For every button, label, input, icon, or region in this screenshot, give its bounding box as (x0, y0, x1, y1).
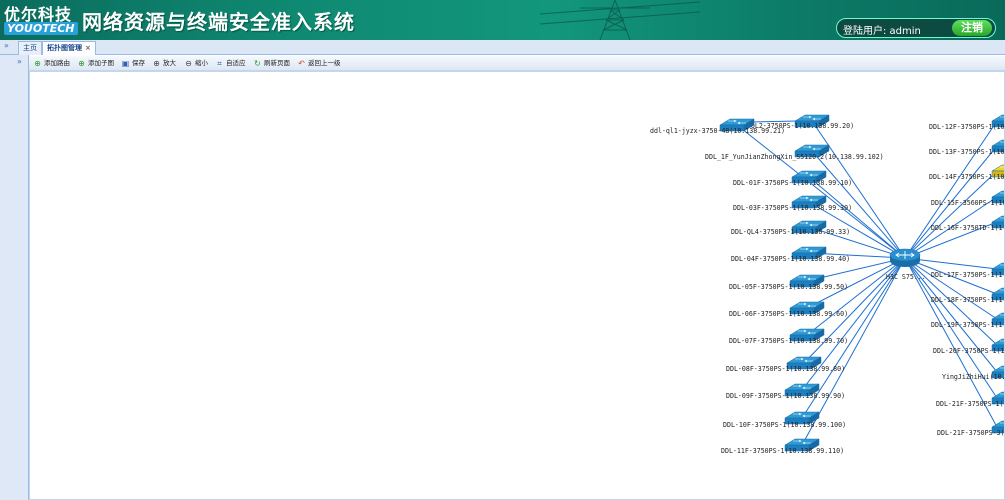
node-label: DDL-11F-3750PS-1(10.138.99.110) (721, 447, 844, 455)
node-label: DDL-06F-3750PS-1(10.138.99.60) (729, 310, 848, 318)
node-label: DDL-17F-3750PS-1(1 (931, 271, 1002, 279)
topology-graph[interactable]: DDL-QL2-3750PS-1(10.138.99.20)ddl-ql1-jy… (30, 72, 1005, 500)
node-label: DDL-QL4-3750PS-1(10.138.99.33) (731, 228, 850, 236)
topology-toolbar: ⊕ 添加路由 ⊕ 添加子图 ▣ 保存 ⊕ 放大 ⊖ 缩小 ⌗ 自适应 ↻ 刷新页面 ↶ 返回上一… (29, 56, 1005, 71)
tab-topology-management[interactable]: 拓扑图管理 × (42, 41, 96, 55)
close-tab-icon[interactable]: × (85, 44, 91, 52)
node-label: DDL-20F-3750PS-1(1 (933, 347, 1004, 355)
fit-view-button[interactable]: ⌗ 自适应 (215, 58, 246, 69)
plus-circle-icon: ⊕ (34, 59, 41, 68)
expand-sidebar-icon[interactable]: » (4, 41, 9, 50)
node-label: DDL-18F-3750PS-1(1 (931, 296, 1002, 304)
refresh-label: 刷新页面 (264, 59, 290, 67)
fit-frame-icon: ⌗ (217, 59, 222, 68)
refresh-icon: ↻ (254, 59, 261, 68)
company-logo: 优尔科技 YOUOTECH (2, 1, 78, 37)
node-label: DDL-10F-3750PS-1(10.138.99.100) (723, 421, 846, 429)
node-label: DDL_1F_YunJianZhongXin_S5120-2(10.138.99… (705, 153, 884, 161)
logged-in-user-label: 登陆用户: admin (843, 26, 921, 37)
collapsed-sidebar: » (0, 55, 29, 500)
node-label: ddl-ql1-jyzx-3750-48(10.138.99.21) (650, 127, 785, 135)
core-router-icon[interactable] (889, 248, 921, 267)
node-label: DDL-21F-3750PS-1( (936, 400, 1004, 408)
node-label: DDL-15F-3560PS-1(10 (931, 199, 1005, 207)
save-disk-icon: ▣ (121, 59, 130, 68)
tab-bar: » 主页 拓扑图管理 × (0, 40, 1005, 55)
add-subgraph-label: 添加子图 (88, 59, 114, 67)
zoom-in-icon: ⊕ (153, 59, 160, 68)
node-label: DDL-13F-3750PS-1(10 (929, 148, 1004, 156)
node-label: DDL-07F-3750PS-1(10.138.99.70) (729, 337, 848, 345)
zoom-out-label: 缩小 (195, 59, 208, 67)
node-label: DDL-08F-3750PS-1(10.138.99.80) (726, 365, 845, 373)
node-label: DDL-16F-3750TD-1(1 (931, 224, 1002, 232)
zoom-in-button[interactable]: ⊕ 放大 (152, 58, 176, 69)
refresh-page-button[interactable]: ↻ 刷新页面 (253, 58, 290, 69)
add-path-button[interactable]: ⊕ 添加路由 (33, 58, 70, 69)
core-router-label: H3C S75... (886, 273, 926, 281)
node-label: DDL-09F-3750PS-1(10.138.99.90) (726, 392, 845, 400)
node-label: DDL-04F-3750PS-1(10.138.99.40) (731, 255, 850, 263)
save-label: 保存 (132, 59, 145, 67)
zoom-out-button[interactable]: ⊖ 缩小 (184, 58, 208, 69)
system-title: 网络资源与终端安全准入系统 (82, 10, 355, 34)
power-tower-graphic (540, 0, 700, 40)
user-info-box: 登陆用户: admin 注销 (836, 18, 996, 38)
node-label: DDL-12F-3750PS-1(10 (929, 123, 1004, 131)
link-left-0 (811, 120, 906, 259)
link-left-3 (808, 176, 906, 259)
back-to-parent-button[interactable]: ↶ 返回上一级 (297, 58, 341, 69)
tab-home-label: 主页 (23, 44, 37, 52)
logout-button[interactable]: 注销 (952, 20, 992, 36)
link-right-2 (904, 170, 998, 259)
node-label: DDL-21F-3750PS-3( (937, 429, 1005, 437)
add-subgraph-button[interactable]: ⊕ 添加子图 (77, 58, 114, 69)
save-button[interactable]: ▣ 保存 (121, 58, 145, 69)
logo-english-name: YOUOTECH (4, 22, 78, 35)
back-arrow-icon: ↶ (298, 59, 305, 68)
add-path-label: 添加路由 (44, 59, 70, 67)
node-label: DDL-05F-3750PS-1(10.138.99.50) (729, 283, 848, 291)
node-label: DDL-01F-3750PS-1(10.138.99.10) (733, 179, 852, 187)
tab-topology-label: 拓扑图管理 (47, 44, 82, 52)
expand-menu-icon[interactable]: » (17, 57, 22, 66)
tab-home[interactable]: 主页 (18, 41, 42, 55)
node-label: DDL-03F-3750PS-1(10.138.99.30) (733, 204, 852, 212)
fit-view-label: 自适应 (226, 59, 246, 67)
plus-circle-icon: ⊕ (78, 59, 85, 68)
link-right-0 (904, 120, 998, 259)
app-header: 优尔科技 YOUOTECH 网络资源与终端安全准入系统 登陆用户: admin … (0, 0, 1005, 40)
node-label: DDL-19F-3750PS-1(1 (931, 321, 1002, 329)
zoom-out-icon: ⊖ (185, 59, 192, 68)
back-label: 返回上一级 (308, 59, 341, 67)
node-label: YingJiZhiHui(10. (942, 373, 1005, 381)
topology-canvas[interactable]: DDL-QL2-3750PS-1(10.138.99.20) ddl-ql1-jy… (29, 71, 1005, 500)
node-label: DDL-14F-3750PS-1(10 (929, 173, 1004, 181)
zoom-in-label: 放大 (163, 59, 176, 67)
